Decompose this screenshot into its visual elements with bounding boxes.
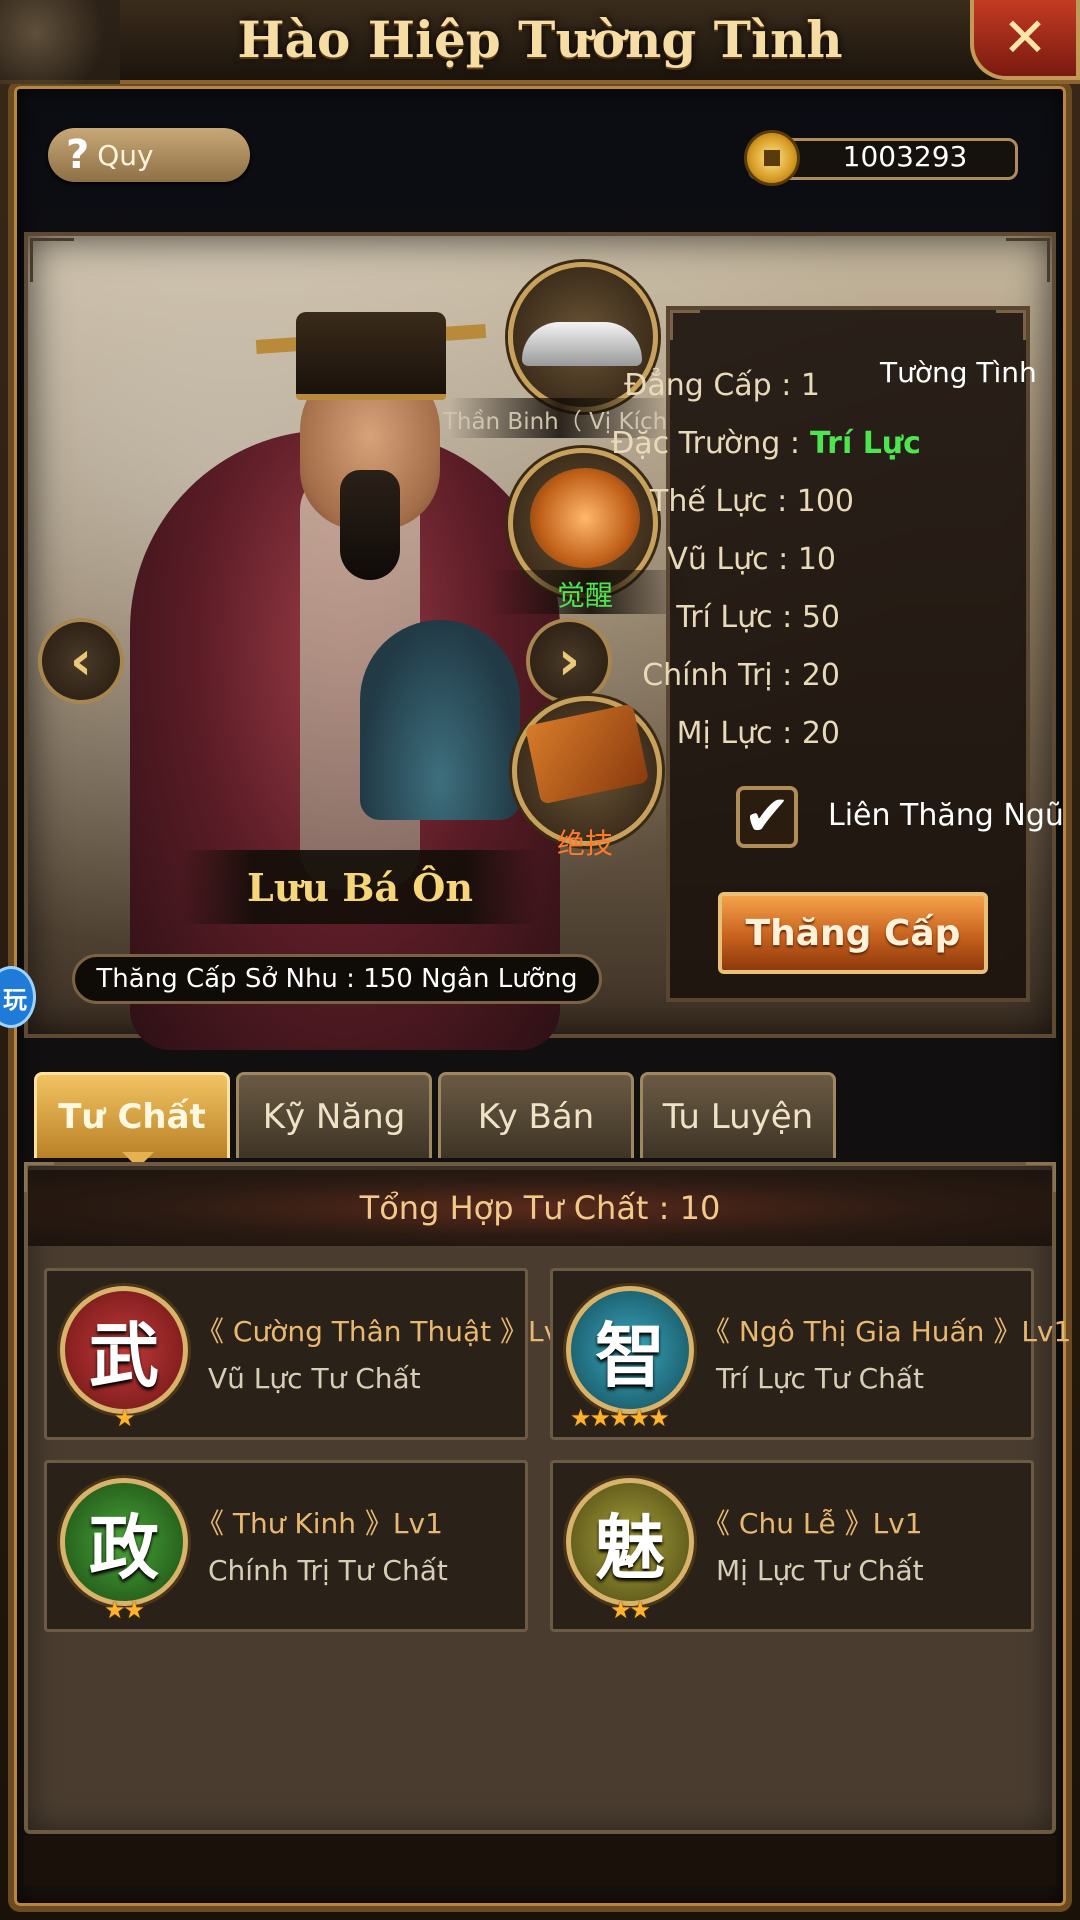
corner-ornament <box>996 310 1026 340</box>
hero-name-plate: Lưu Bá Ôn <box>180 850 540 924</box>
auto-upgrade-checkbox[interactable]: ✔ <box>736 786 798 848</box>
politics-aptitude-icon: 政 <box>60 1478 188 1606</box>
stat-tri-luc: Trí Lực : 50 <box>676 600 840 635</box>
aptitude-subtitle: Trí Lực Tư Chất <box>716 1362 925 1395</box>
aptitude-title: 《 Cường Thân Thuật 》Lv1 <box>196 1315 579 1348</box>
corner-ornament <box>1006 238 1050 282</box>
martial-aptitude-icon: 武 <box>60 1286 188 1414</box>
silver-balance: 1003293 <box>842 140 968 173</box>
hero-beard <box>340 470 400 580</box>
star-rating: ★★ <box>610 1596 651 1624</box>
rank-label: Tường Tình <box>880 356 1037 389</box>
corner-ornament <box>30 238 74 282</box>
auto-upgrade-label: Liên Thăng Ngũ Cấp <box>828 798 1068 833</box>
hero-hat <box>296 312 446 400</box>
stat-level: Đẳng Cấp : 1 <box>624 368 820 403</box>
tab-tu-chat[interactable]: Tư Chất <box>34 1072 230 1158</box>
intellect-aptitude-icon: 智 <box>566 1286 694 1414</box>
window-title: Hào Hiệp Tường Tình <box>237 10 843 69</box>
stat-specialty-label: Đặc Trường : <box>611 426 800 461</box>
stat-mi-luc: Mị Lực : 20 <box>676 716 840 751</box>
charm-aptitude-icon: 魅 <box>566 1478 694 1606</box>
aptitude-subtitle: Mị Lực Tư Chất <box>716 1554 924 1587</box>
checkmark-icon: ✔ <box>743 784 791 849</box>
close-icon: ✕ <box>1002 6 1048 69</box>
upgrade-cost: Thăng Cấp Sở Nhu : 150 Ngân Lưỡng <box>72 954 602 1004</box>
aptitude-subtitle: Vũ Lực Tư Chất <box>208 1362 421 1395</box>
close-button[interactable]: ✕ <box>970 0 1080 80</box>
prev-hero-button[interactable]: ‹ <box>38 618 124 704</box>
hero-fan <box>360 620 520 820</box>
upgrade-button[interactable]: Thăng Cấp <box>718 892 988 974</box>
aptitude-title: 《 Thư Kinh 》Lv1 <box>196 1507 443 1540</box>
aptitude-title: 《 Ngô Thị Gia Huấn 》Lv1 <box>702 1315 1072 1348</box>
upgrade-button-label: Thăng Cấp <box>745 912 961 954</box>
fan-weapon-icon <box>522 322 642 366</box>
hero-name: Lưu Bá Ôn <box>247 864 473 910</box>
stat-vu-luc: Vũ Lực : 10 <box>667 542 836 577</box>
rules-button[interactable]: ? Quy <box>48 128 250 182</box>
chevron-left-icon: ‹ <box>69 629 93 692</box>
bottom-shade <box>24 1836 1056 1886</box>
star-rating: ★★★★★ <box>570 1404 670 1432</box>
tab-ky-nang[interactable]: Kỹ Năng <box>236 1072 432 1158</box>
aptitude-subtitle: Chính Trị Tư Chất <box>208 1554 448 1587</box>
tab-tu-luyen[interactable]: Tu Luyện <box>640 1072 836 1158</box>
coin-icon <box>744 130 800 186</box>
aptitude-title: 《 Chu Lễ 》Lv1 <box>702 1507 923 1540</box>
tab-ky-ban[interactable]: Ky Bán <box>438 1072 634 1158</box>
stat-chinh-tri: Chính Trị : 20 <box>642 658 840 693</box>
rules-label: Quy <box>97 138 154 172</box>
star-rating: ★ <box>114 1404 135 1432</box>
stat-the-luc: Thế Lực : 100 <box>650 484 854 519</box>
question-icon: ? <box>66 132 90 178</box>
star-rating: ★★ <box>104 1596 145 1624</box>
stat-specialty-value: Trí Lực <box>810 426 921 461</box>
corner-ornament <box>670 310 700 340</box>
aptitude-summary: Tổng Hợp Tư Chất : 10 <box>28 1170 1052 1246</box>
